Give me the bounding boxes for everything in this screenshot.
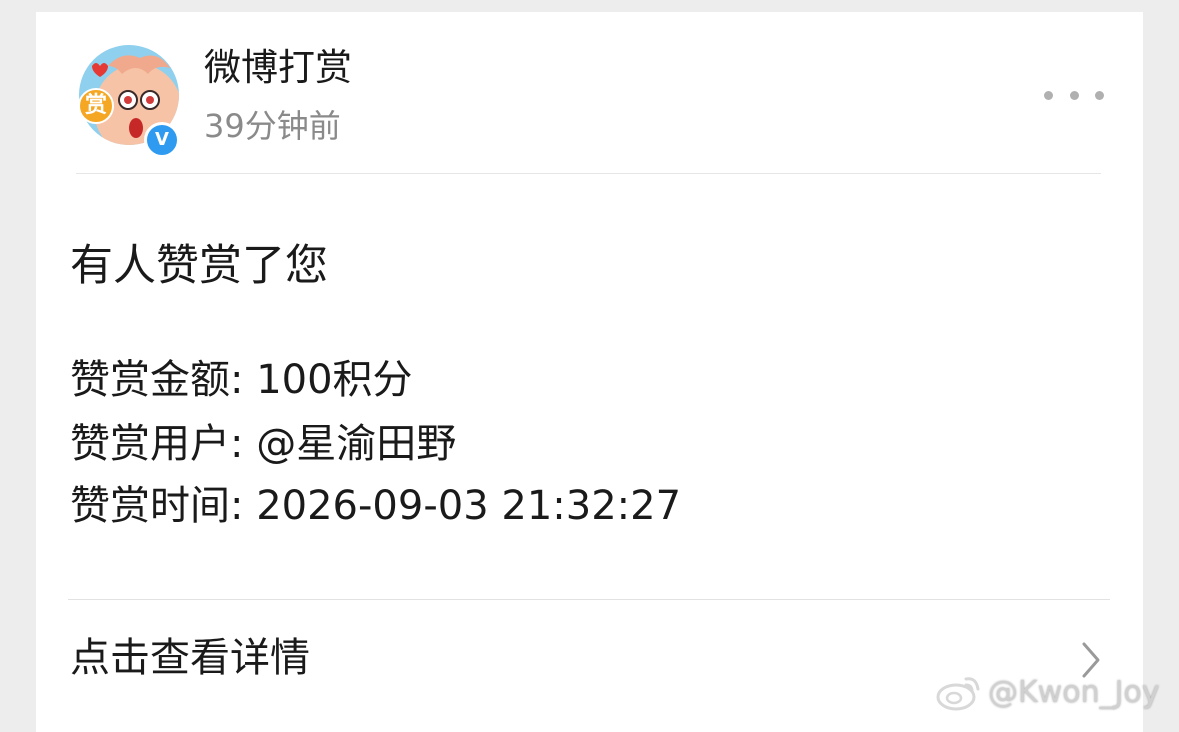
more-icon bbox=[1095, 90, 1104, 100]
verified-badge-label: V bbox=[155, 129, 169, 150]
watermark: @Kwon_Joy bbox=[936, 672, 1160, 712]
more-icon bbox=[1044, 90, 1053, 100]
watermark-text: @Kwon_Joy bbox=[988, 674, 1160, 710]
reward-time: 赞赏时间: 2026-09-03 21:32:27 bbox=[70, 483, 682, 529]
reward-user: 赞赏用户: @星渝田野 bbox=[70, 421, 457, 467]
avatar-badge-label: 赏 bbox=[84, 93, 107, 118]
notification-card: 赏 V 微博打赏 39分钟前 有人赞赏了您 赞赏金额: 100积分 赞赏用户: … bbox=[36, 12, 1143, 732]
sender-name[interactable]: 微博打赏 bbox=[204, 42, 352, 94]
more-icon bbox=[1069, 90, 1079, 100]
notification-headline: 有人赞赏了您 bbox=[70, 241, 328, 291]
reward-amount: 赞赏金额: 100积分 bbox=[70, 357, 413, 403]
weibo-logo-icon bbox=[936, 677, 980, 711]
avatar[interactable]: 赏 V bbox=[78, 44, 180, 158]
more-options-button[interactable] bbox=[1044, 84, 1104, 106]
view-details-label: 点击查看详情 bbox=[70, 635, 310, 681]
view-details-link[interactable]: 点击查看详情 bbox=[36, 600, 1143, 732]
post-timestamp: 39分钟前 bbox=[204, 107, 341, 145]
header-divider bbox=[76, 173, 1101, 174]
